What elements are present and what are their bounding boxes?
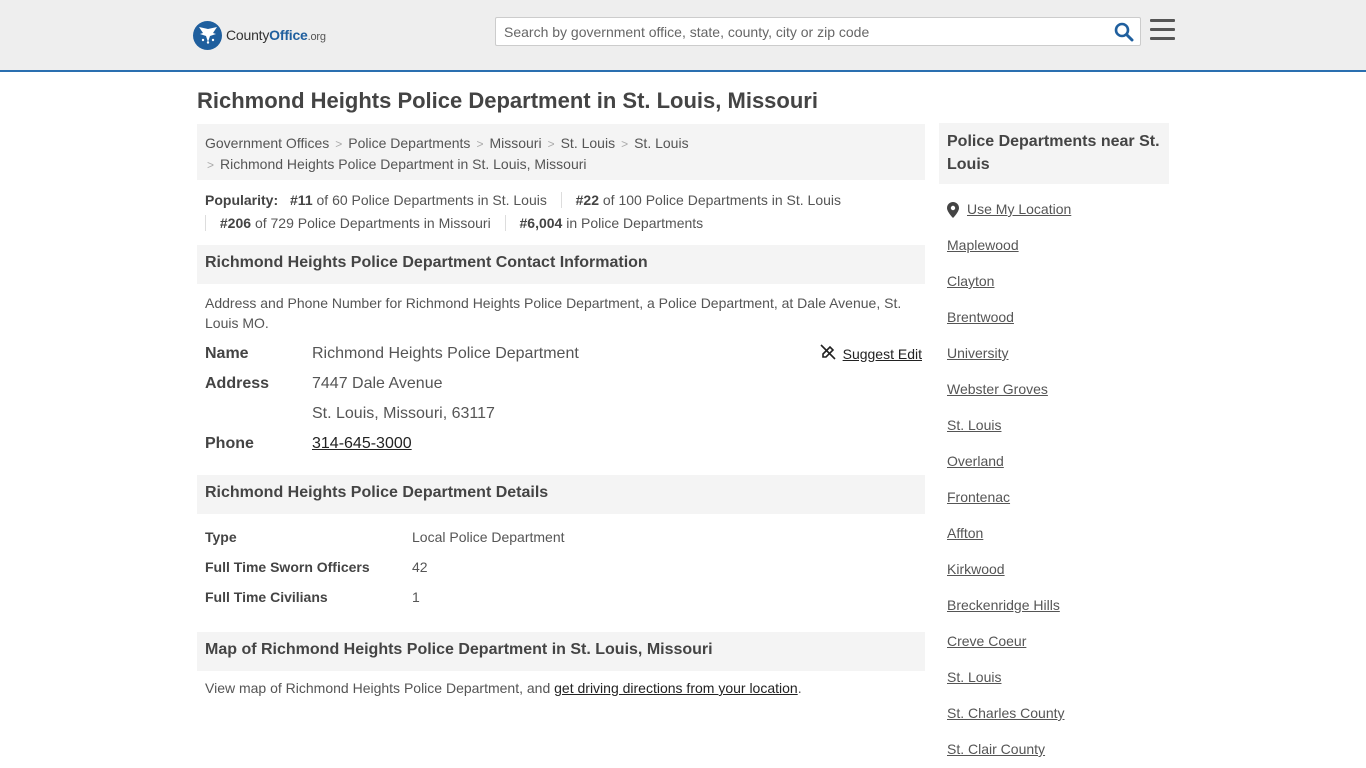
breadcrumb-government-offices[interactable]: Government Offices (205, 135, 329, 151)
suggest-edit-link[interactable]: Suggest Edit (843, 346, 922, 362)
breadcrumb-separator-icon: > (207, 158, 215, 172)
site-header: CountyOffice.org (0, 0, 1366, 72)
details-heading: Richmond Heights Police Department Detai… (197, 475, 925, 514)
popularity-item: #6,004 in Police Departments (519, 215, 704, 231)
popularity-label: Popularity: (205, 192, 279, 208)
contact-description: Address and Phone Number for Richmond He… (205, 295, 902, 331)
breadcrumb-separator-icon: > (335, 137, 343, 151)
driving-directions-link[interactable]: get driving directions from your locatio… (554, 680, 798, 696)
list-item: Overland (947, 453, 1169, 489)
edit-off-icon (820, 344, 836, 363)
breadcrumb-st-louis-county[interactable]: St. Louis (561, 135, 615, 151)
suggest-edit[interactable]: Suggest Edit (820, 344, 922, 363)
list-item: Clayton (947, 273, 1169, 309)
map-description: View map of Richmond Heights Police Depa… (205, 680, 802, 696)
breadcrumb-missouri[interactable]: Missouri (489, 135, 541, 151)
breadcrumb-current: Richmond Heights Police Department in St… (220, 156, 587, 172)
main-content: Government Offices > Police Departments > Mi… (197, 124, 925, 705)
page-title: Richmond Heights Police Department in St… (197, 88, 818, 113)
divider (205, 215, 206, 231)
address-line1: 7447 Dale Avenue (312, 375, 443, 392)
breadcrumb-separator-icon: > (621, 137, 629, 151)
nearby-link-frontenac[interactable]: Frontenac (947, 489, 1010, 505)
nearby-link-overland[interactable]: Overland (947, 453, 1004, 469)
breadcrumb-separator-icon: > (476, 137, 484, 151)
list-item: Webster Groves (947, 381, 1169, 417)
list-item: St. Charles County (947, 705, 1169, 741)
map-pin-icon (947, 202, 959, 221)
list-item: Maplewood (947, 237, 1169, 273)
contact-info: Suggest Edit Name Richmond Heights Polic… (205, 344, 922, 452)
nearby-link-st-charles-county[interactable]: St. Charles County (947, 705, 1065, 721)
breadcrumb-separator-icon: > (547, 137, 555, 151)
breadcrumb-police-departments[interactable]: Police Departments (348, 135, 470, 151)
divider (560, 192, 562, 208)
list-item: Frontenac (947, 489, 1169, 525)
list-item: Affton (947, 525, 1169, 561)
nearby-list: Use My Location Maplewood Clayton Brentw… (939, 201, 1169, 768)
address-line2: St. Louis, Missouri, 63117 (312, 405, 495, 422)
search-icon[interactable] (1114, 22, 1134, 42)
nearby-link-st-louis[interactable]: St. Louis (947, 417, 1001, 433)
office-name: Richmond Heights Police Department (312, 345, 579, 362)
nearby-link-maplewood[interactable]: Maplewood (947, 237, 1019, 253)
nearby-link-brentwood[interactable]: Brentwood (947, 309, 1014, 325)
logo-wordmark: CountyOffice.org (226, 27, 326, 43)
list-item: Creve Coeur (947, 633, 1169, 669)
nearby-link-st-louis-2[interactable]: St. Louis (947, 669, 1001, 685)
nearby-link-university[interactable]: University (947, 345, 1008, 361)
popularity-item: #22 of 100 Police Departments in St. Lou… (575, 192, 842, 208)
list-item: Brentwood (947, 309, 1169, 345)
list-item: St. Louis (947, 669, 1169, 705)
list-item: Kirkwood (947, 561, 1169, 597)
eagle-seal-icon (193, 20, 222, 50)
list-item: University (947, 345, 1169, 381)
hamburger-menu-icon[interactable] (1150, 19, 1175, 41)
nearby-link-clayton[interactable]: Clayton (947, 273, 994, 289)
contact-heading: Richmond Heights Police Department Conta… (197, 245, 925, 284)
list-item: St. Louis (947, 417, 1169, 453)
nearby-link-kirkwood[interactable]: Kirkwood (947, 561, 1005, 577)
popularity-section: Popularity: #11 of 60 Police Departments… (197, 180, 925, 248)
list-item: Use My Location (947, 201, 1169, 237)
popularity-item: #11 of 60 Police Departments in St. Loui… (290, 192, 547, 208)
phone-link[interactable]: 314-645-3000 (312, 435, 412, 452)
list-item: Breckenridge Hills (947, 597, 1169, 633)
popularity-item: #206 of 729 Police Departments in Missou… (219, 215, 491, 231)
breadcrumb-st-louis-city[interactable]: St. Louis (634, 135, 688, 151)
nearby-link-affton[interactable]: Affton (947, 525, 983, 541)
nearby-link-webster-groves[interactable]: Webster Groves (947, 381, 1048, 397)
breadcrumb: Government Offices > Police Departments > Mi… (197, 124, 925, 180)
details-table: Type Local Police Department Full Time S… (205, 529, 565, 605)
search-input[interactable] (496, 18, 1096, 45)
sidebar-heading: Police Departments near St. Louis (939, 123, 1169, 184)
nearby-link-st-clair-county[interactable]: St. Clair County (947, 741, 1045, 757)
search-box (495, 17, 1141, 46)
use-my-location-link[interactable]: Use My Location (967, 201, 1071, 217)
nearby-link-creve-coeur[interactable]: Creve Coeur (947, 633, 1026, 649)
sidebar: Police Departments near St. Louis Use My… (939, 123, 1169, 768)
nearby-link-breckenridge-hills[interactable]: Breckenridge Hills (947, 597, 1060, 613)
map-heading: Map of Richmond Heights Police Departmen… (197, 632, 925, 671)
divider (504, 215, 506, 231)
site-logo[interactable]: CountyOffice.org (193, 20, 326, 50)
list-item: St. Clair County (947, 741, 1169, 768)
